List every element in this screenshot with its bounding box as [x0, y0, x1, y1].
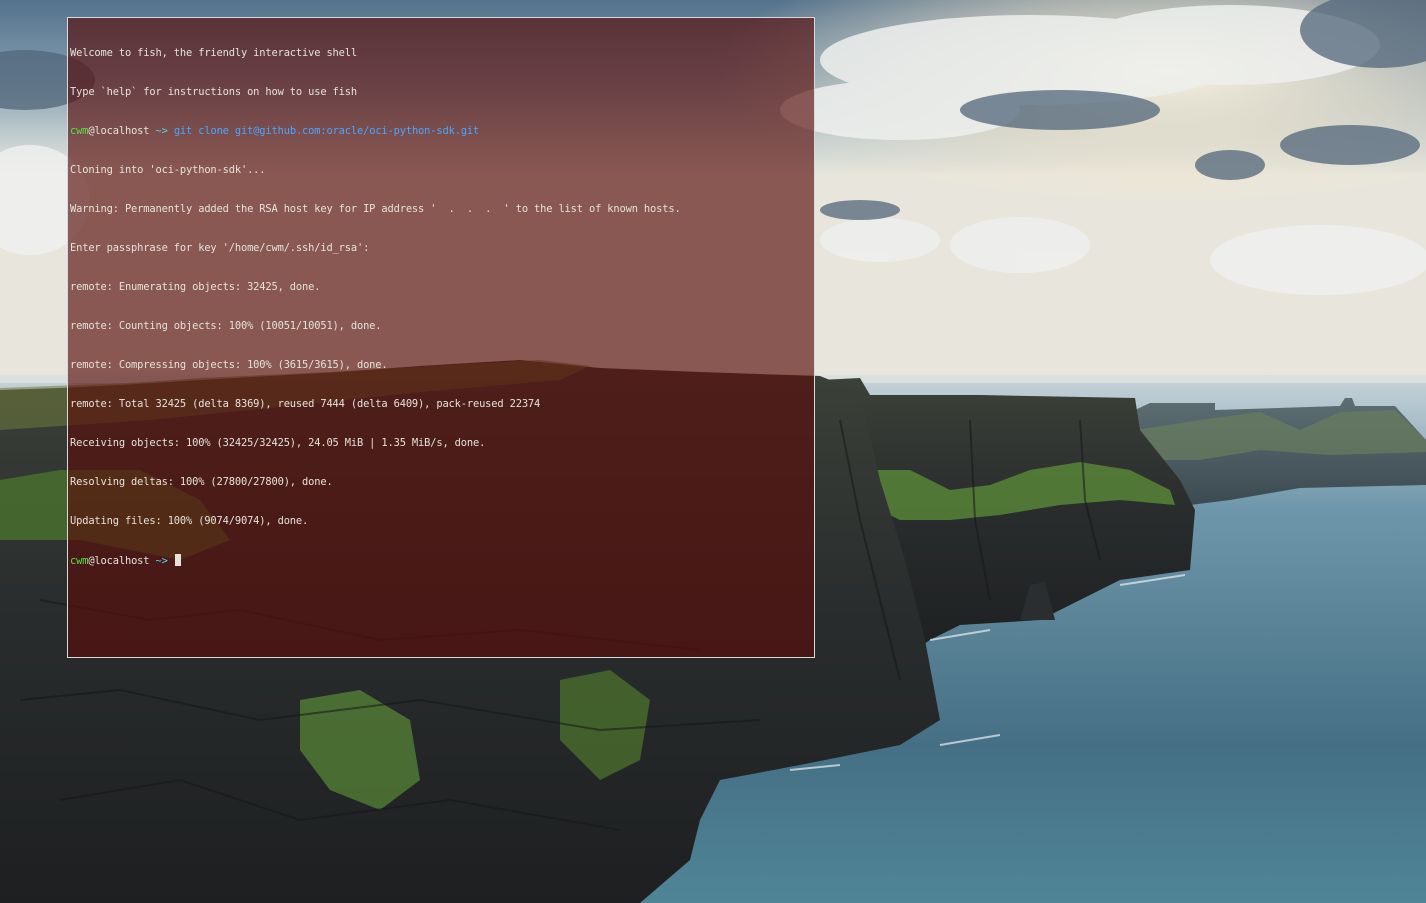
prompt-dir: ~>	[149, 125, 174, 137]
terminal-output[interactable]: Welcome to fish, the friendly interactiv…	[70, 21, 812, 593]
output-line: Warning: Permanently added the RSA host …	[70, 203, 681, 215]
text-cursor[interactable]	[174, 554, 181, 566]
greeting-line: Type `help` for instructions on how to u…	[70, 86, 357, 98]
output-line: Updating files: 100% (9074/9074), done.	[70, 515, 309, 527]
output-line: remote: Enumerating objects: 32425, done…	[70, 281, 321, 293]
output-line: remote: Total 32425 (delta 8369), reused…	[70, 398, 541, 410]
prompt-host: @localhost	[88, 555, 150, 567]
prompt-host: @localhost	[88, 125, 150, 137]
prompt-dir: ~>	[149, 555, 174, 567]
output-line: Enter passphrase for key '/home/cwm/.ssh…	[70, 242, 370, 254]
command-text: git clone git@github.com:oracle/oci-pyth…	[173, 125, 480, 137]
terminal-window[interactable]: Welcome to fish, the friendly interactiv…	[67, 17, 815, 658]
output-line: remote: Compressing objects: 100% (3615/…	[70, 359, 388, 371]
desktop: Welcome to fish, the friendly interactiv…	[0, 0, 1426, 903]
output-line: Receiving objects: 100% (32425/32425), 2…	[70, 437, 486, 449]
prompt-line[interactable]: cwm@localhost ~>	[70, 554, 812, 567]
prompt-user: cwm	[70, 125, 89, 137]
output-line: remote: Counting objects: 100% (10051/10…	[70, 320, 382, 332]
greeting-line: Welcome to fish, the friendly interactiv…	[70, 47, 357, 59]
prompt-line: cwm@localhost ~> git clone git@github.co…	[70, 125, 812, 138]
prompt-user: cwm	[70, 555, 89, 567]
output-line: Cloning into 'oci-python-sdk'...	[70, 164, 266, 176]
output-line: Resolving deltas: 100% (27800/27800), do…	[70, 476, 333, 488]
